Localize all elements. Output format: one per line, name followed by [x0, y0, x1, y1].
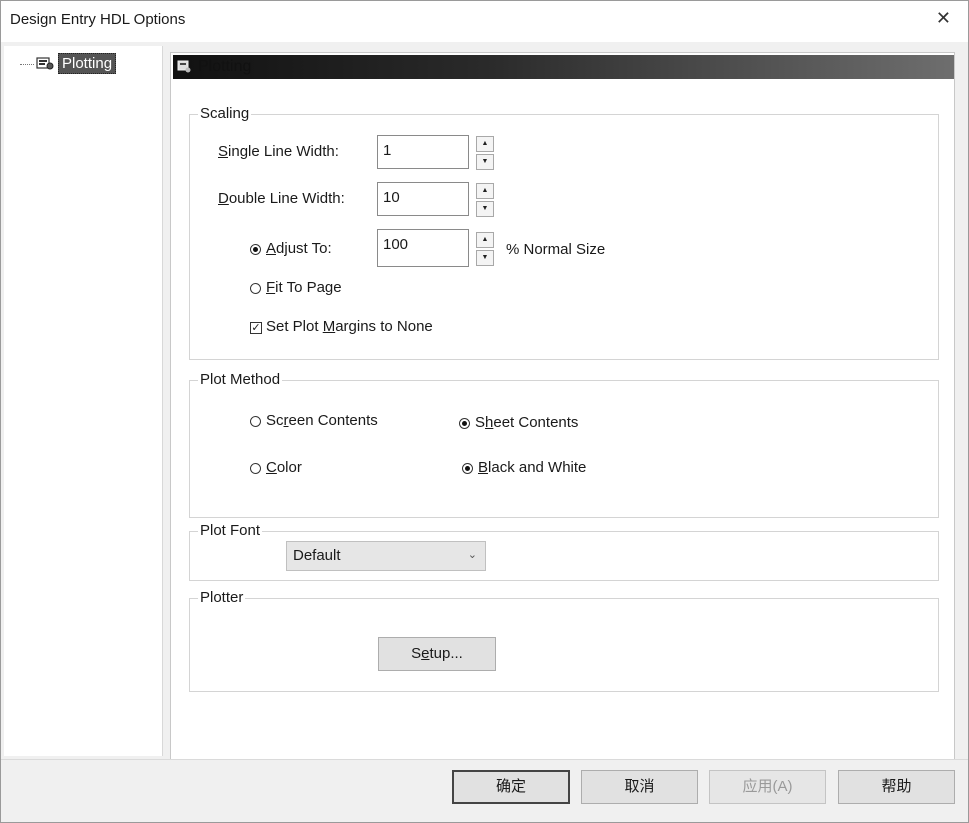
spin-up-icon[interactable]: ▲	[476, 136, 494, 152]
plot-font-group: Plot Font Default ⌄	[189, 522, 939, 581]
plotter-group: Plotter Setup...	[189, 589, 939, 692]
plot-method-group: Plot Method Screen Contents Sheet Conten…	[189, 371, 939, 518]
color-radio[interactable]	[250, 463, 261, 474]
spin-up-icon[interactable]: ▲	[476, 232, 494, 248]
options-tree: Plotting	[4, 46, 163, 756]
normal-size-suffix: % Normal Size	[506, 241, 606, 258]
fit-to-page-label[interactable]: Fit To Page	[266, 279, 342, 296]
scaling-group: Scaling Single Line Width: 1 ▲ ▼ Double L…	[189, 105, 939, 360]
plotter-legend: Plotter	[198, 589, 246, 606]
screen-contents-label[interactable]: Screen Contents	[266, 412, 378, 429]
screen-contents-radio[interactable]	[250, 416, 261, 427]
setup-button[interactable]: Setup...	[378, 637, 496, 671]
plot-font-value: Default	[293, 547, 341, 564]
spin-down-icon[interactable]: ▼	[476, 250, 494, 266]
single-line-width-stepper[interactable]: ▲ ▼	[476, 136, 494, 170]
apply-button[interactable]: 应用(A)	[709, 770, 826, 804]
spin-up-icon[interactable]: ▲	[476, 183, 494, 199]
set-plot-margins-label[interactable]: Set Plot Margins to None	[266, 318, 433, 335]
set-plot-margins-checkbox[interactable]: ✓	[250, 322, 262, 334]
help-button[interactable]: 帮助	[838, 770, 955, 804]
spin-down-icon[interactable]: ▼	[476, 154, 494, 170]
scaling-legend: Scaling	[198, 105, 252, 122]
single-line-width-input[interactable]: 1	[377, 135, 469, 169]
plot-font-legend: Plot Font	[198, 522, 263, 539]
black-and-white-label[interactable]: Black and White	[478, 459, 586, 476]
color-label[interactable]: Color	[266, 459, 302, 476]
adjust-to-stepper[interactable]: ▲ ▼	[476, 232, 494, 266]
single-line-width-label: Single Line Width:	[218, 143, 339, 160]
plot-font-select[interactable]: Default ⌄	[286, 541, 486, 571]
double-line-width-input[interactable]: 10	[377, 182, 469, 216]
window-title: Design Entry HDL Options	[10, 11, 186, 28]
plot-method-legend: Plot Method	[198, 371, 283, 388]
chevron-down-icon: ⌄	[467, 549, 477, 561]
close-icon[interactable]: ✕	[936, 8, 951, 29]
black-and-white-radio[interactable]	[462, 463, 473, 474]
adjust-to-label[interactable]: Adjust To:	[266, 240, 332, 257]
double-line-width-stepper[interactable]: ▲ ▼	[476, 183, 494, 217]
plot-settings-icon	[177, 60, 191, 73]
double-line-width-label: Double Line Width:	[218, 190, 345, 207]
plotting-panel: Plotting Scaling Single Line Width: 1 ▲ ▼…	[170, 52, 955, 760]
panel-header-title: Plotting	[198, 58, 252, 75]
sheet-contents-radio[interactable]	[459, 418, 470, 429]
spin-down-icon[interactable]: ▼	[476, 201, 494, 217]
sheet-contents-label[interactable]: Sheet Contents	[475, 414, 578, 431]
cancel-button[interactable]: 取消	[581, 770, 698, 804]
fit-to-page-radio[interactable]	[250, 283, 261, 294]
title-bar: Design Entry HDL Options ✕	[0, 0, 969, 42]
tree-connector	[20, 64, 34, 65]
tree-item-plotting[interactable]: Plotting	[58, 53, 117, 74]
footer-divider	[0, 759, 969, 760]
adjust-to-input[interactable]: 100	[377, 229, 469, 267]
panel-header: Plotting	[173, 55, 954, 79]
ok-button[interactable]: 确定	[452, 770, 570, 804]
adjust-to-radio[interactable]	[250, 244, 261, 255]
plot-settings-icon	[36, 57, 54, 70]
